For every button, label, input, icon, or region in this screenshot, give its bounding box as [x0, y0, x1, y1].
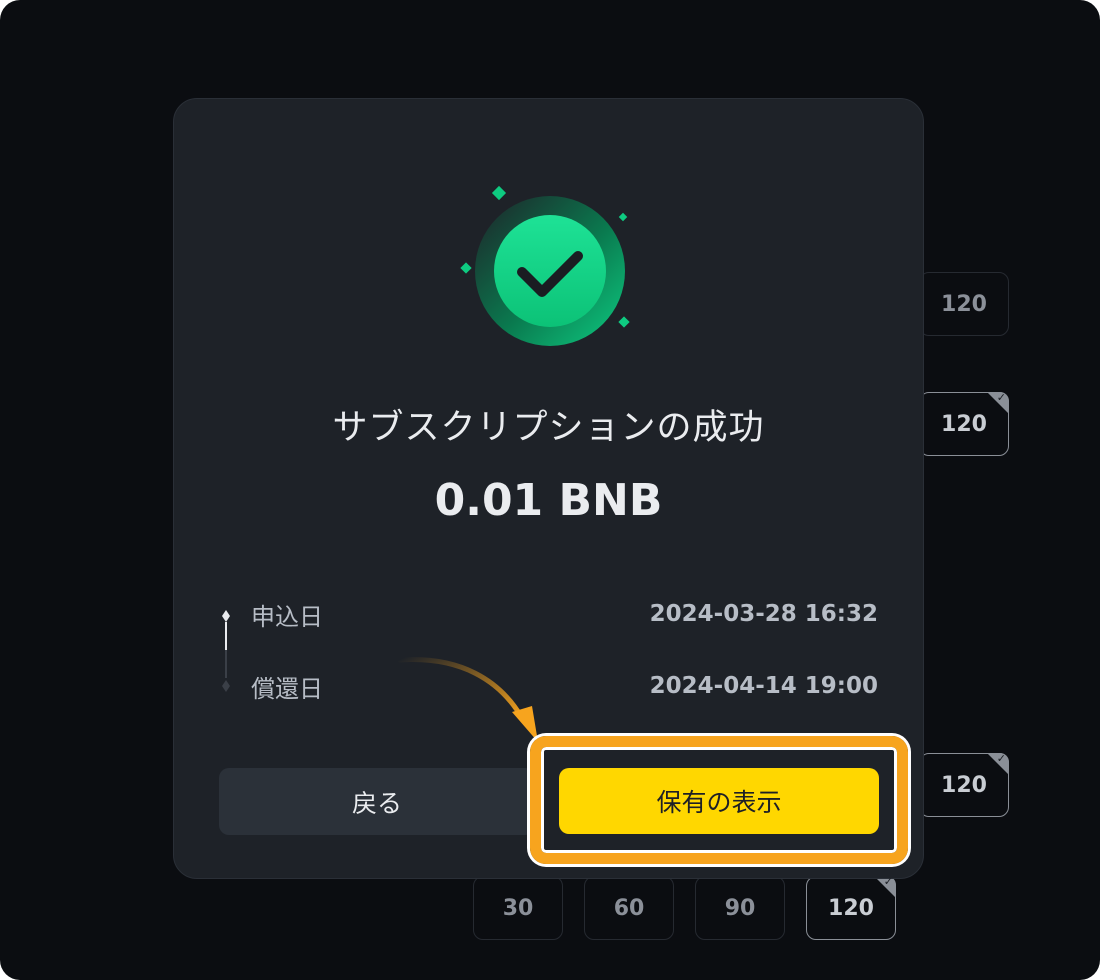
period-chip[interactable]: 30: [473, 876, 563, 940]
success-illustration: [174, 185, 923, 365]
subscription-date-label: 申込日: [251, 602, 323, 631]
redemption-date-row: 償還日 2024-04-14 19:00: [251, 668, 878, 704]
dialog-title: サブスクリプションの成功: [332, 408, 765, 448]
period-chip-label: 90: [724, 895, 756, 921]
period-chip[interactable]: 60: [584, 876, 674, 940]
app-background: 120 ✓ 120 ✓ 120 30 60 90 ✓ 120 サブスクリプション…: [0, 0, 1100, 980]
back-button[interactable]: 戻る: [219, 768, 535, 835]
period-chip-label: 120: [941, 772, 987, 798]
view-holdings-button[interactable]: 保有の表示: [559, 768, 879, 834]
period-chip-selected[interactable]: ✓ 120: [806, 875, 896, 940]
curved-arrow-icon: [397, 657, 538, 742]
check-icon: ✓: [996, 752, 1006, 765]
period-chip-selected[interactable]: ✓ 120: [919, 752, 1009, 817]
redemption-date-value: 2024-04-14 19:00: [649, 673, 878, 699]
period-chip-label: 120: [941, 291, 987, 317]
period-chip[interactable]: 120: [919, 272, 1009, 336]
period-chip-label: 60: [613, 895, 645, 921]
subscription-date-row: 申込日 2024-03-28 16:32: [251, 596, 878, 632]
period-chip-selected[interactable]: ✓ 120: [919, 391, 1009, 456]
check-icon: ✓: [883, 875, 893, 888]
period-chip-label: 120: [941, 411, 987, 437]
period-chip[interactable]: 90: [695, 876, 785, 940]
period-chip-label: 30: [502, 895, 534, 921]
period-chip-label: 120: [828, 895, 874, 921]
subscription-amount: 0.01 BNB: [434, 475, 663, 526]
redemption-date-label: 償還日: [251, 674, 323, 703]
sparkle-icon: [460, 185, 630, 328]
check-icon: ✓: [996, 391, 1006, 404]
timeline-icon: [222, 610, 230, 692]
subscription-date-value: 2024-03-28 16:32: [649, 601, 878, 627]
